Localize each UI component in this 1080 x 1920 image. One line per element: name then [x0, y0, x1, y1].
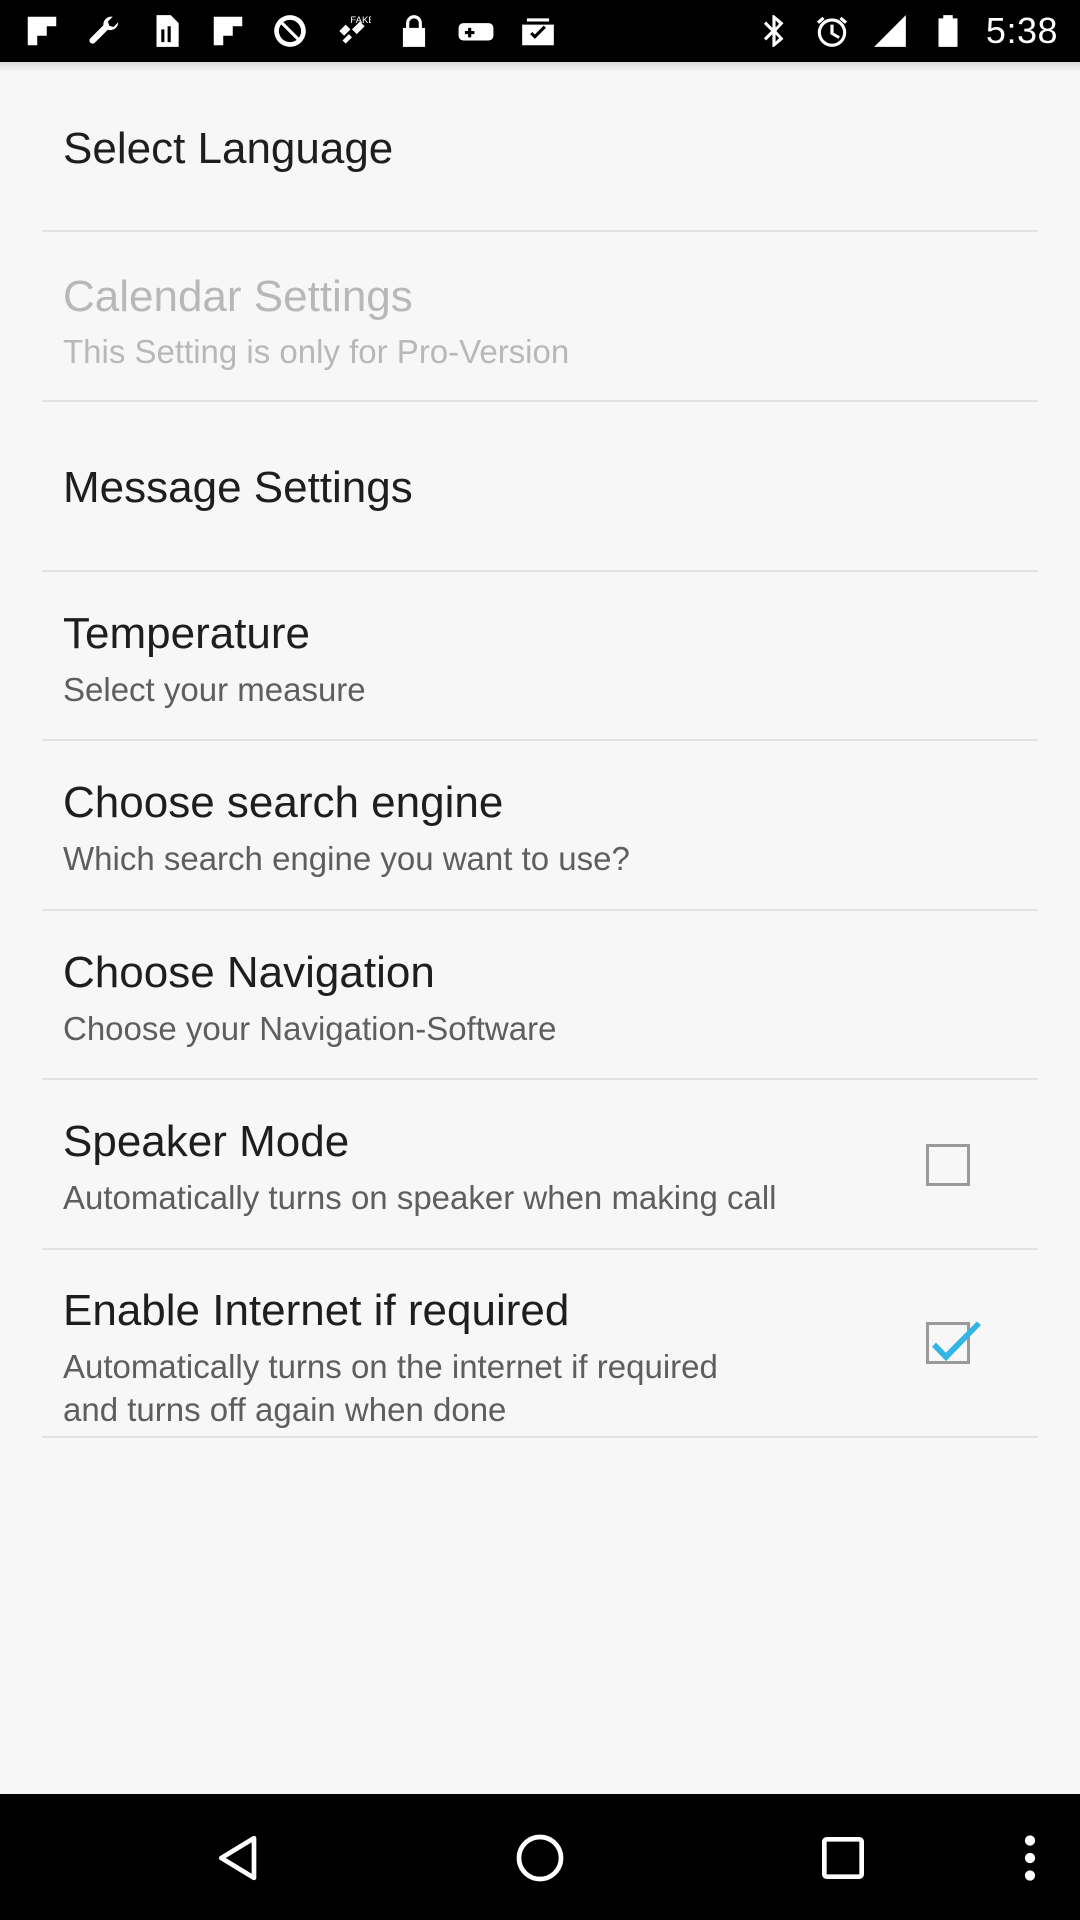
flipboard-icon	[22, 11, 62, 51]
lock-icon	[394, 11, 434, 51]
fake-gps-icon: FAKE	[332, 11, 372, 51]
setting-enable-internet[interactable]: Enable Internet if required Automaticall…	[42, 1250, 1038, 1438]
signal-icon	[870, 11, 910, 51]
setting-summary: Select your measure	[63, 671, 366, 708]
setting-summary: and turns off again when done	[63, 1391, 507, 1428]
checklist-icon	[518, 11, 558, 51]
setting-title: Enable Internet if required	[63, 1286, 570, 1335]
system-icons: 5:38	[754, 10, 1058, 52]
alarm-icon	[812, 11, 852, 51]
setting-summary: Automatically turns on speaker when maki…	[63, 1179, 777, 1216]
block-icon	[270, 11, 310, 51]
notification-icons: FAKE	[22, 10, 558, 52]
back-icon[interactable]	[210, 1828, 270, 1888]
wrench-icon	[84, 11, 124, 51]
setting-message-settings[interactable]: Message Settings	[42, 402, 1038, 572]
status-clock: 5:38	[985, 10, 1058, 51]
svg-text:FAKE: FAKE	[350, 15, 371, 26]
setting-title: Message Settings	[63, 463, 413, 512]
sim-icon	[146, 11, 186, 51]
setting-speaker-mode[interactable]: Speaker Mode Automatically turns on spea…	[42, 1080, 1038, 1250]
setting-temperature[interactable]: Temperature Select your measure	[42, 572, 1038, 741]
setting-title: Choose Navigation	[63, 948, 435, 997]
setting-choose-navigation[interactable]: Choose Navigation Choose your Navigation…	[42, 911, 1038, 1080]
checkmark-icon	[932, 1321, 982, 1362]
navigation-bar	[0, 1794, 1080, 1920]
setting-summary: Which search engine you want to use?	[63, 840, 630, 877]
setting-title: Speaker Mode	[63, 1117, 350, 1166]
home-icon[interactable]	[510, 1828, 570, 1888]
speaker-mode-checkbox[interactable]	[926, 1144, 970, 1186]
overflow-menu-icon[interactable]	[1000, 1828, 1060, 1888]
enable-internet-checkbox[interactable]	[926, 1321, 982, 1364]
battery-icon	[928, 11, 968, 51]
settings-list: Select Language Calendar Settings This S…	[0, 62, 1080, 1794]
setting-choose-search-engine[interactable]: Choose search engine Which search engine…	[42, 741, 1038, 911]
game-icon	[456, 11, 496, 51]
recents-icon[interactable]	[813, 1828, 873, 1888]
bluetooth-icon	[754, 11, 794, 51]
setting-summary: Automatically turns on the internet if r…	[63, 1348, 718, 1385]
setting-title: Choose search engine	[63, 778, 504, 827]
setting-summary: This Setting is only for Pro-Version	[63, 333, 570, 370]
flipboard-icon	[208, 11, 248, 51]
setting-title: Select Language	[63, 124, 394, 173]
setting-calendar-settings: Calendar Settings This Setting is only f…	[42, 232, 1038, 402]
setting-summary: Choose your Navigation-Software	[63, 1010, 557, 1047]
setting-title: Calendar Settings	[63, 272, 413, 321]
setting-title: Temperature	[63, 609, 311, 658]
status-bar: FAKE 5:38	[0, 0, 1080, 62]
setting-select-language[interactable]: Select Language	[42, 62, 1038, 232]
